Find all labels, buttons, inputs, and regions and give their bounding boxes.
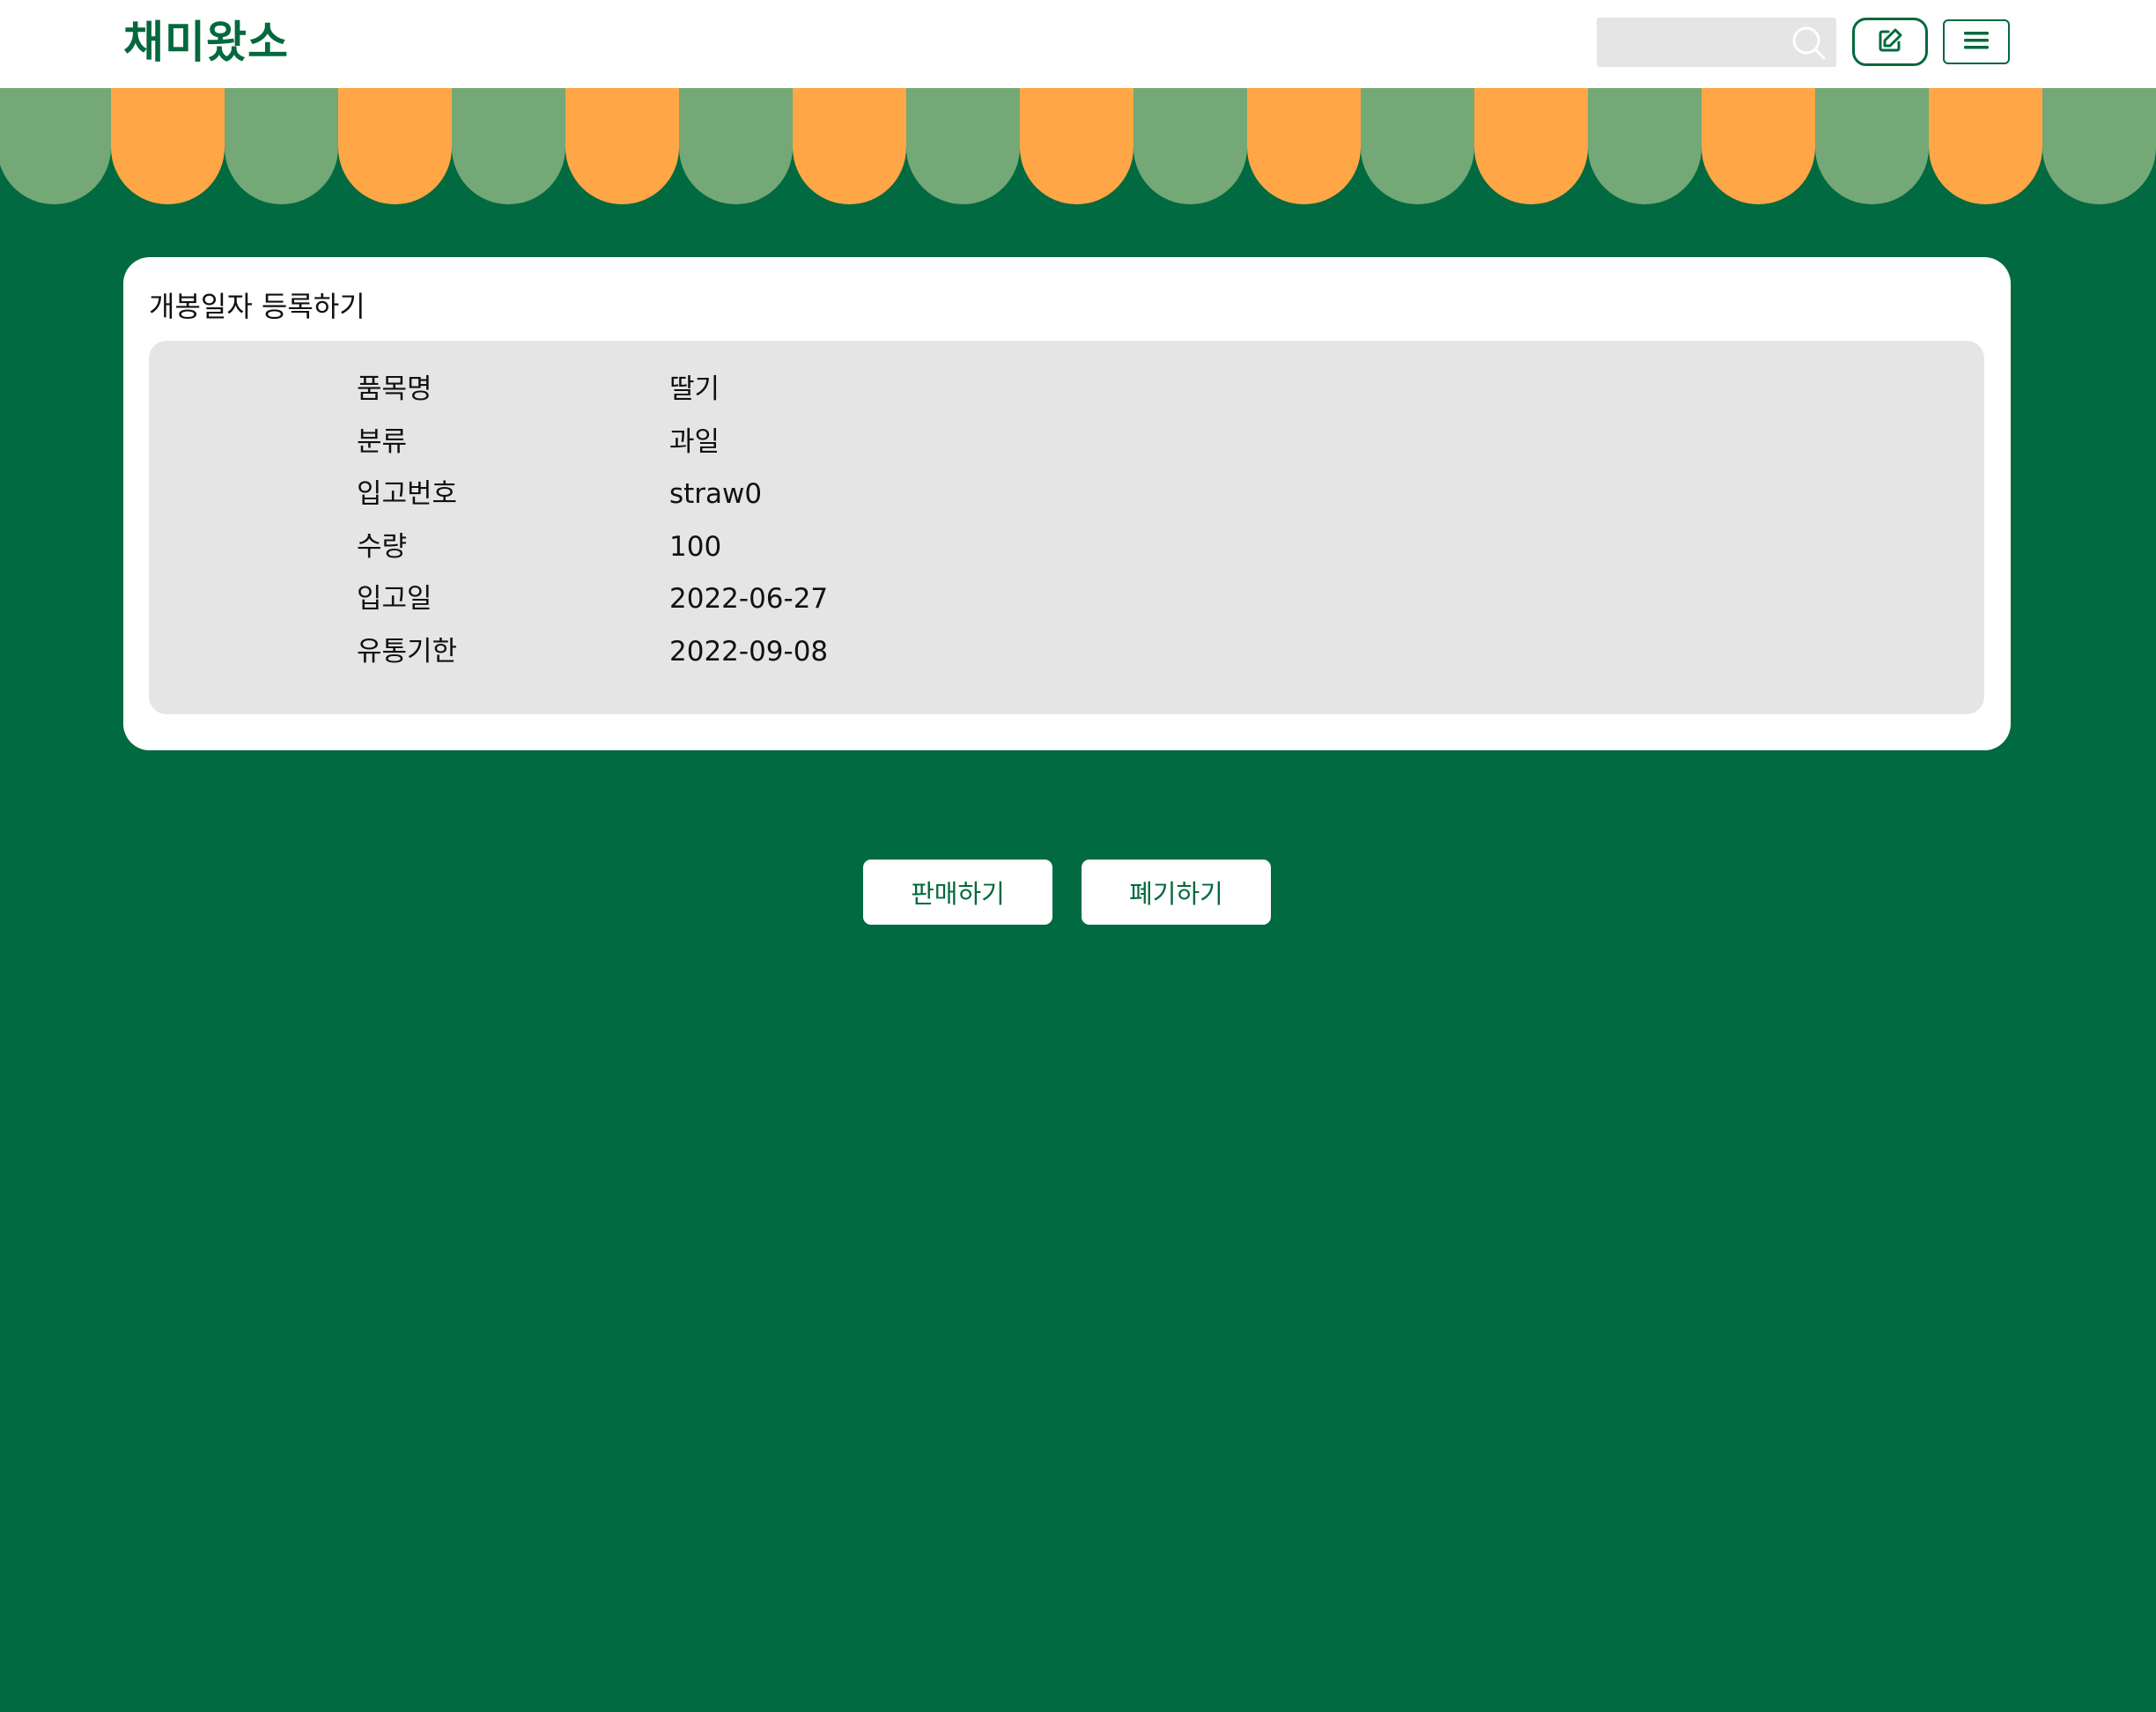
info-value: 과일	[669, 426, 720, 458]
info-row-stock-number: 입고번호 straw0	[149, 472, 1984, 516]
hamburger-menu-icon	[1962, 29, 1990, 55]
awning-stripe	[111, 88, 225, 204]
edit-icon	[1877, 27, 1903, 56]
awning-stripe	[1020, 88, 1133, 204]
awning-stripe	[1702, 88, 1815, 204]
search-box[interactable]	[1597, 18, 1836, 67]
awning-stripe	[225, 88, 338, 204]
awning-stripe	[1361, 88, 1474, 204]
info-row-stock-date: 입고일 2022-06-27	[149, 577, 1984, 621]
info-value: straw0	[669, 478, 763, 510]
info-label: 유통기한	[357, 636, 458, 668]
card-title: 개봉일자 등록하기	[149, 290, 365, 323]
awning-stripe	[1474, 88, 1588, 204]
logo[interactable]: 채미왔소	[123, 14, 289, 70]
info-label: 입고번호	[357, 478, 458, 510]
top-header: 채미왔소	[0, 0, 2156, 88]
awning-decoration	[0, 88, 2156, 204]
info-label: 분류	[357, 426, 408, 458]
awning-stripe	[1815, 88, 1929, 204]
info-row-item-name: 품목명 딸기	[149, 367, 1984, 411]
opening-date-card: 개봉일자 등록하기 품목명 딸기 분류 과일 입고번호 straw0 수량 10…	[123, 257, 2011, 750]
awning-stripe	[565, 88, 679, 204]
awning-stripe	[1588, 88, 1702, 204]
awning-stripe	[1133, 88, 1247, 204]
awning-stripe	[2042, 88, 2156, 204]
awning-stripe	[452, 88, 565, 204]
info-label: 품목명	[357, 373, 432, 405]
awning-stripe	[1247, 88, 1361, 204]
awning-stripe	[906, 88, 1020, 204]
awning-stripe	[0, 88, 111, 204]
awning-stripe	[1929, 88, 2042, 204]
search-icon[interactable]	[1791, 23, 1829, 62]
info-row-quantity: 수량 100	[149, 525, 1984, 569]
search-input[interactable]	[1597, 18, 1782, 67]
sell-button[interactable]: 판매하기	[863, 860, 1052, 925]
menu-button[interactable]	[1943, 19, 2010, 64]
info-value: 100	[669, 531, 722, 563]
discard-button[interactable]: 폐기하기	[1082, 860, 1271, 925]
info-value: 딸기	[669, 373, 720, 405]
info-label: 수량	[357, 531, 408, 563]
write-button[interactable]	[1852, 18, 1928, 66]
info-row-expiry-date: 유통기한 2022-09-08	[149, 630, 1984, 674]
info-row-category: 분류 과일	[149, 420, 1984, 464]
info-value: 2022-06-27	[669, 583, 829, 615]
awning-stripe	[793, 88, 906, 204]
info-value: 2022-09-08	[669, 636, 829, 668]
awning-stripe	[679, 88, 793, 204]
info-label: 입고일	[357, 583, 432, 615]
item-info-panel: 품목명 딸기 분류 과일 입고번호 straw0 수량 100 입고일 2022…	[149, 341, 1984, 714]
awning-stripe	[338, 88, 452, 204]
